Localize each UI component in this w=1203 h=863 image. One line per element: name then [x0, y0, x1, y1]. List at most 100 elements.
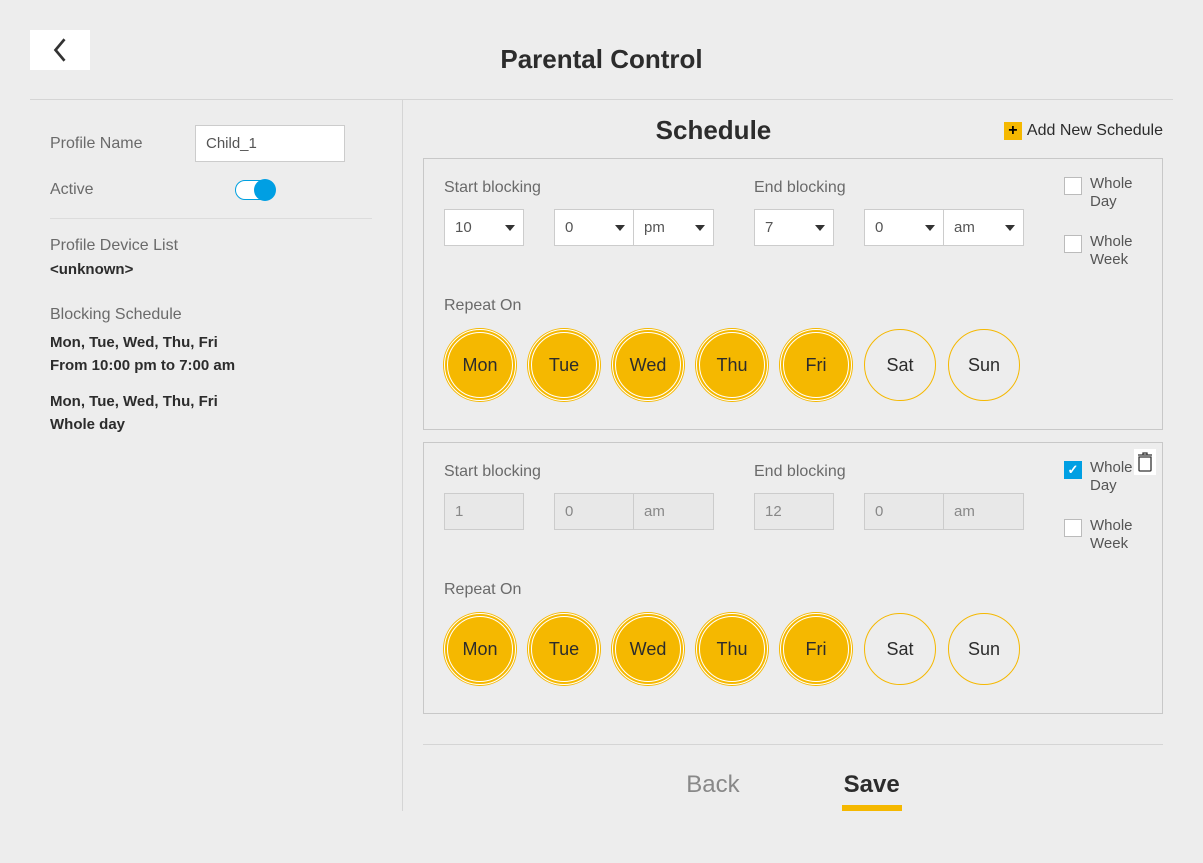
- day-tue-toggle[interactable]: Tue: [528, 613, 600, 685]
- block-time: Whole day: [50, 414, 372, 437]
- day-thu-toggle[interactable]: Thu: [696, 613, 768, 685]
- save-button[interactable]: Save: [842, 765, 902, 811]
- right-panel: Schedule + Add New Schedule Start blocki…: [402, 100, 1183, 811]
- checkbox-box: [1064, 461, 1082, 479]
- time-row: Start blocking10amEnd blocking120amWhole…: [444, 463, 1142, 553]
- checkbox-box: [1064, 235, 1082, 253]
- days-row: MonTueWedThuFriSatSun: [444, 329, 1142, 401]
- caret-down-icon: [1005, 225, 1015, 231]
- block-entry: Mon, Tue, Wed, Thu, Fri Whole day: [50, 391, 372, 436]
- whole-week-checkbox[interactable]: Whole Week: [1064, 517, 1142, 553]
- selects: 12 0am: [754, 493, 1024, 530]
- day-sat-toggle[interactable]: Sat: [864, 329, 936, 401]
- block-time: From 10:00 pm to 7:00 am: [50, 355, 372, 378]
- end-blocking-group: End blocking 12 0am: [754, 463, 1024, 553]
- block-days: Mon, Tue, Wed, Thu, Fri: [50, 332, 372, 355]
- page-title: Parental Control: [30, 44, 1173, 75]
- start-hour-select[interactable]: 10: [444, 209, 524, 246]
- day-sun-toggle[interactable]: Sun: [948, 329, 1020, 401]
- end-ampm-select: am: [944, 493, 1024, 530]
- block-days: Mon, Tue, Wed, Thu, Fri: [50, 391, 372, 414]
- whole-day-checkbox[interactable]: Whole Day: [1064, 459, 1142, 495]
- end-ampm-select[interactable]: am: [944, 209, 1024, 246]
- schedule-card: Start blocking100pmEnd blocking70amWhole…: [423, 158, 1163, 430]
- profile-name-label: Profile Name: [50, 135, 195, 153]
- active-label: Active: [50, 181, 195, 199]
- caret-down-icon: [695, 225, 705, 231]
- whole-day-checkbox[interactable]: Whole Day: [1064, 175, 1142, 211]
- chevron-left-icon: [51, 36, 69, 64]
- caret-down-icon: [815, 225, 825, 231]
- block-entry: Mon, Tue, Wed, Thu, Fri From 10:00 pm to…: [50, 332, 372, 377]
- add-new-label: Add New Schedule: [1027, 122, 1163, 140]
- plus-icon: +: [1004, 122, 1022, 140]
- header: Parental Control: [30, 20, 1173, 100]
- active-toggle[interactable]: [235, 180, 275, 200]
- content: Profile Name Active Profile Device List …: [20, 100, 1183, 811]
- back-arrow-button[interactable]: [30, 30, 90, 70]
- days-row: MonTueWedThuFriSatSun: [444, 613, 1142, 685]
- day-sat-toggle[interactable]: Sat: [864, 613, 936, 685]
- start-blocking-label: Start blocking: [444, 463, 714, 481]
- schedule-header: Schedule + Add New Schedule: [423, 115, 1163, 146]
- whole-checks: Whole Day Whole Week: [1064, 459, 1142, 553]
- profile-name-input[interactable]: [195, 125, 345, 162]
- add-new-schedule-button[interactable]: + Add New Schedule: [1004, 122, 1163, 140]
- day-wed-toggle[interactable]: Wed: [612, 613, 684, 685]
- start-hour-select: 1: [444, 493, 524, 530]
- caret-down-icon: [505, 225, 515, 231]
- schedule-card: Start blocking10amEnd blocking120amWhole…: [423, 442, 1163, 714]
- start-ampm-select: am: [634, 493, 714, 530]
- toggle-knob: [254, 179, 276, 201]
- end-blocking-group: End blocking 70am: [754, 179, 1024, 269]
- repeat-on-label: Repeat On: [444, 297, 1142, 315]
- caret-down-icon: [925, 225, 935, 231]
- start-blocking-group: Start blocking 10am: [444, 463, 714, 553]
- active-row: Active: [50, 180, 372, 200]
- schedule-title: Schedule: [423, 115, 1004, 146]
- day-mon-toggle[interactable]: Mon: [444, 329, 516, 401]
- day-thu-toggle[interactable]: Thu: [696, 329, 768, 401]
- day-mon-toggle[interactable]: Mon: [444, 613, 516, 685]
- repeat-on-label: Repeat On: [444, 581, 1142, 599]
- checkbox-box: [1064, 519, 1082, 537]
- left-panel: Profile Name Active Profile Device List …: [20, 100, 402, 811]
- divider: [50, 218, 372, 219]
- day-tue-toggle[interactable]: Tue: [528, 329, 600, 401]
- device-list-label: Profile Device List: [50, 237, 372, 255]
- start-min-select: 0: [554, 493, 634, 530]
- start-blocking-label: Start blocking: [444, 179, 714, 197]
- checkbox-box: [1064, 177, 1082, 195]
- selects: 10am: [444, 493, 714, 530]
- blocking-schedule-label: Blocking Schedule: [50, 306, 372, 324]
- schedule-cards: Start blocking100pmEnd blocking70amWhole…: [423, 158, 1163, 714]
- back-button[interactable]: Back: [684, 765, 741, 811]
- profile-name-row: Profile Name: [50, 125, 372, 162]
- day-fri-toggle[interactable]: Fri: [780, 329, 852, 401]
- day-sun-toggle[interactable]: Sun: [948, 613, 1020, 685]
- delete-schedule-button[interactable]: [1134, 449, 1156, 475]
- start-ampm-select[interactable]: pm: [634, 209, 714, 246]
- checkbox-label: Whole Day: [1090, 175, 1142, 211]
- end-min-select: 0: [864, 493, 944, 530]
- day-fri-toggle[interactable]: Fri: [780, 613, 852, 685]
- start-blocking-group: Start blocking 10 0pm: [444, 179, 714, 269]
- device-list-value: <unknown>: [50, 261, 372, 278]
- checkbox-label: Whole Week: [1090, 517, 1142, 553]
- caret-down-icon: [615, 225, 625, 231]
- end-hour-select: 12: [754, 493, 834, 530]
- whole-checks: Whole Day Whole Week: [1064, 175, 1142, 269]
- time-row: Start blocking100pmEnd blocking70amWhole…: [444, 179, 1142, 269]
- end-hour-select[interactable]: 7: [754, 209, 834, 246]
- trash-icon: [1137, 452, 1153, 472]
- end-min-select[interactable]: 0: [864, 209, 944, 246]
- whole-week-checkbox[interactable]: Whole Week: [1064, 233, 1142, 269]
- start-min-select[interactable]: 0: [554, 209, 634, 246]
- selects: 70am: [754, 209, 1024, 246]
- footer: Back Save: [423, 744, 1163, 811]
- end-blocking-label: End blocking: [754, 179, 1024, 197]
- day-wed-toggle[interactable]: Wed: [612, 329, 684, 401]
- page-root: Parental Control Profile Name Active Pro…: [0, 0, 1203, 863]
- end-blocking-label: End blocking: [754, 463, 1024, 481]
- selects: 10 0pm: [444, 209, 714, 246]
